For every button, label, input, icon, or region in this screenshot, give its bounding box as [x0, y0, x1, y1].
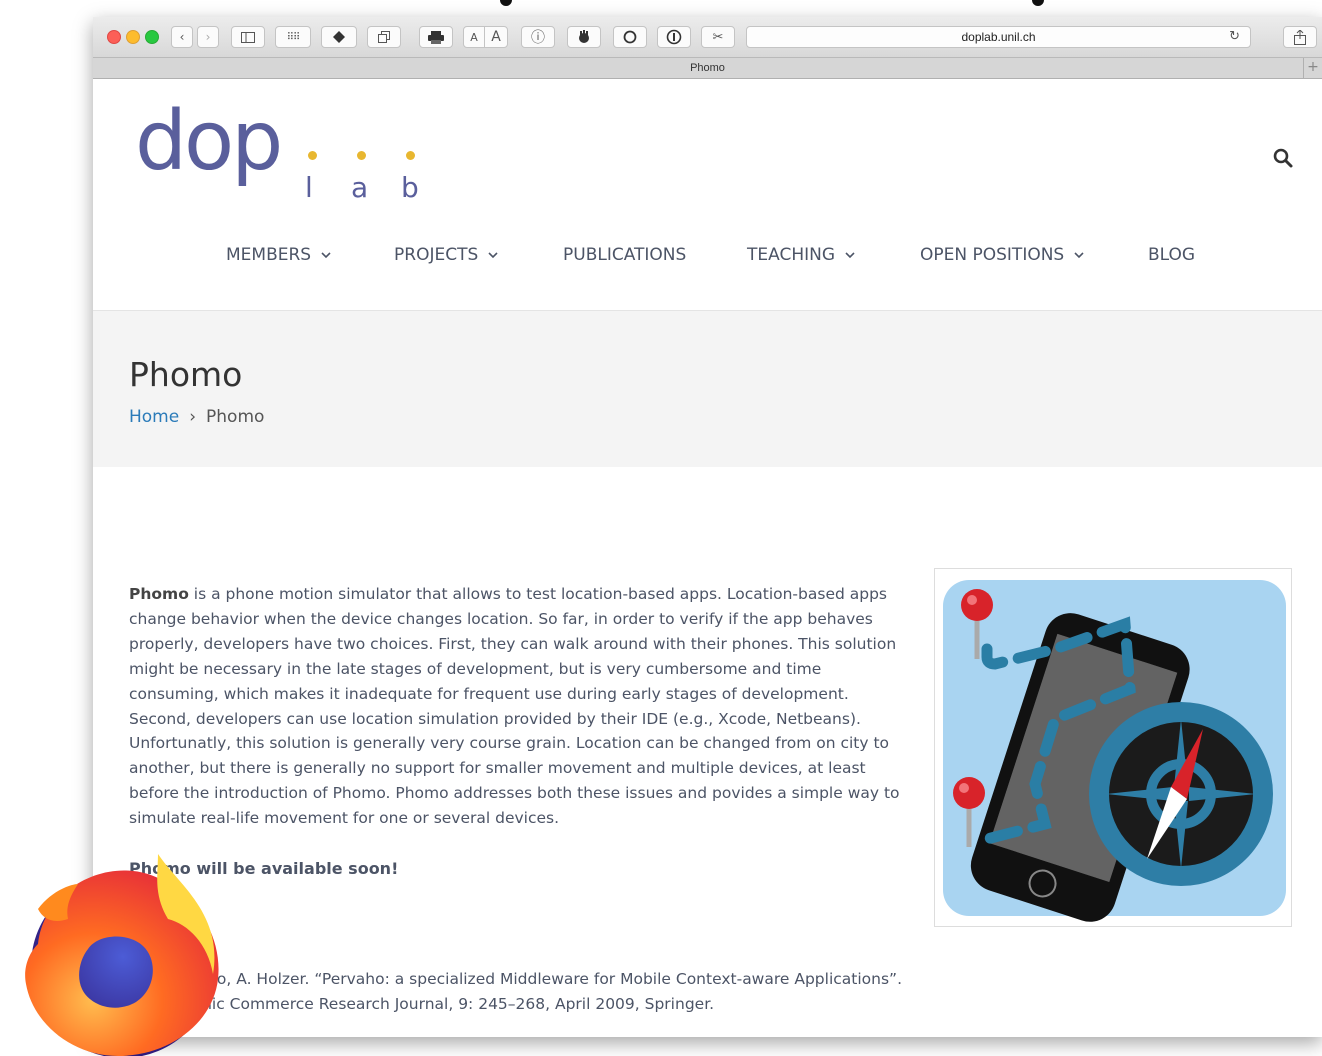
circle-extension-button[interactable] [613, 26, 647, 48]
hand-icon [579, 30, 589, 43]
intro-paragraph: Phomo is a phone motion simulator that a… [129, 582, 911, 831]
nav-label: PROJECTS [394, 245, 479, 265]
text-bigger-label: A [491, 29, 501, 45]
site-header: dop l a b MEMBERS PROJECTS PUBLICATIONS [93, 79, 1322, 311]
nav-label: MEMBERS [226, 245, 312, 265]
nav-label: TEACHING [747, 245, 836, 265]
intro-text: is a phone motion simulator that allows … [129, 585, 900, 828]
hand-extension-button[interactable] [567, 26, 601, 48]
logo-dot [357, 151, 366, 160]
intro-bold: Phomo [129, 585, 189, 603]
chevron-right-icon: › [205, 30, 211, 44]
compass-icon [1089, 702, 1273, 886]
sidebar-icon [241, 31, 255, 43]
logo-dot [406, 151, 415, 160]
tabs-icon [378, 31, 390, 43]
grid-icon: ⠿⠿ [286, 31, 301, 43]
url-text: doplab.unil.ch [961, 30, 1036, 44]
chevron-down-icon [845, 252, 855, 259]
info-icon: ⓘ [531, 30, 545, 46]
tab-bar: Phomo + [93, 58, 1322, 79]
logo-letter: a [351, 171, 369, 204]
breadcrumb-home-link[interactable]: Home [129, 407, 179, 427]
chevron-down-icon [488, 252, 498, 259]
logo-letter: l [305, 171, 313, 204]
address-bar[interactable]: doplab.unil.ch ↻ [746, 26, 1251, 48]
chevron-down-icon [321, 252, 331, 259]
nav-item-publications[interactable]: PUBLICATIONS [563, 245, 686, 265]
main-content: Phomo is a phone motion simulator that a… [93, 467, 1322, 1037]
breadcrumb: Home › Phomo [129, 407, 264, 427]
nav-label: BLOG [1148, 245, 1196, 265]
nav-item-blog[interactable]: BLOG [1148, 245, 1195, 265]
password-manager-button[interactable] [657, 26, 691, 48]
phomo-illustration [943, 580, 1286, 922]
firefox-logo-icon [25, 854, 219, 1056]
sidebar-button[interactable] [231, 26, 265, 48]
nav-item-members[interactable]: MEMBERS [226, 245, 333, 265]
desktop-notch-right [1032, 0, 1044, 6]
chevron-down-icon [1074, 252, 1084, 259]
breadcrumb-separator: › [189, 407, 197, 427]
page-title: Phomo [129, 355, 243, 394]
forward-button[interactable]: › [197, 26, 219, 48]
chevron-left-icon: ‹ [179, 30, 185, 44]
scissors-icon: ✂ [712, 29, 724, 45]
reference-text: B. Garbinato, A. Holzer. “Pervaho: a spe… [129, 970, 902, 1013]
nav-label: OPEN POSITIONS [920, 245, 1065, 265]
clip-extension-button[interactable]: ✂ [701, 26, 735, 48]
share-icon [1294, 29, 1306, 45]
browser-toolbar: ‹ › ⠿⠿ A A ⓘ ✂ doplab.unil.ch ↻ [93, 17, 1322, 58]
diamond-icon [333, 31, 345, 43]
top-sites-button[interactable]: ⠿⠿ [275, 26, 311, 48]
page-title-band: Phomo Home › Phomo [93, 311, 1322, 467]
breadcrumb-current: Phomo [206, 407, 265, 427]
reload-icon[interactable]: ↻ [1229, 29, 1240, 44]
phomo-app-icon-image [934, 568, 1292, 927]
share-button[interactable] [1283, 26, 1317, 48]
browser-window: ‹ › ⠿⠿ A A ⓘ ✂ doplab.unil.ch ↻ Phomo + … [93, 17, 1322, 1037]
desktop-notch-left [500, 0, 512, 6]
tab-title[interactable]: Phomo [690, 62, 725, 74]
circle-icon [623, 30, 637, 44]
main-nav: MEMBERS PROJECTS PUBLICATIONS TEACHING O… [93, 245, 1322, 275]
back-button[interactable]: ‹ [171, 26, 193, 48]
extension-button[interactable] [321, 26, 357, 48]
text-smaller-label: A [470, 30, 478, 44]
text-smaller-button[interactable]: A [463, 26, 485, 48]
nav-label: PUBLICATIONS [563, 245, 687, 265]
logo-dot [308, 151, 317, 160]
tabs-overview-button[interactable] [367, 26, 401, 48]
logo-letter: b [401, 171, 419, 204]
nav-item-projects[interactable]: PROJECTS [394, 245, 500, 265]
text-bigger-button[interactable]: A [484, 26, 508, 48]
nav-item-open-positions[interactable]: OPEN POSITIONS [920, 245, 1086, 265]
zoom-window-button[interactable] [145, 30, 159, 44]
print-button[interactable] [419, 26, 453, 48]
logo-wordmark: dop [135, 94, 283, 189]
site-logo[interactable]: dop l a b [135, 94, 445, 205]
new-tab-plus-icon[interactable]: + [1303, 58, 1322, 78]
nav-item-teaching[interactable]: TEACHING [747, 245, 857, 265]
minimize-window-button[interactable] [126, 30, 140, 44]
close-window-button[interactable] [107, 30, 121, 44]
search-icon[interactable] [1272, 147, 1294, 169]
printer-icon [428, 30, 444, 44]
password-icon [666, 29, 682, 45]
info-button[interactable]: ⓘ [521, 26, 555, 48]
